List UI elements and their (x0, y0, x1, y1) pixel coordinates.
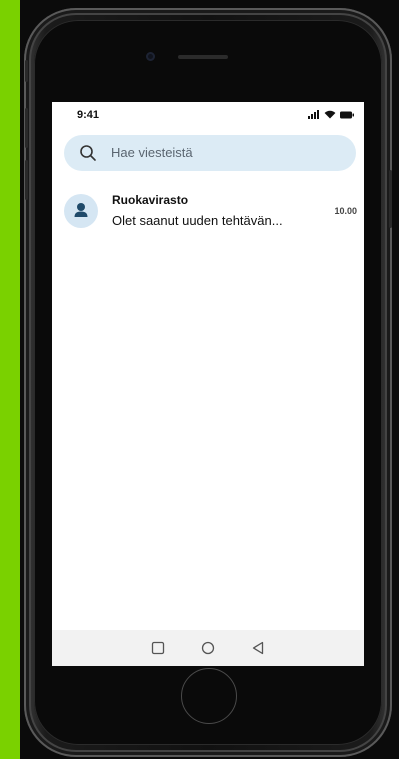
person-icon (74, 203, 88, 217)
square-icon[interactable] (151, 641, 165, 655)
search-icon (80, 145, 96, 161)
mute-switch (25, 60, 28, 82)
search-bar[interactable]: Hae viesteistä (64, 135, 356, 171)
status-icons (308, 110, 354, 119)
message-preview: Olet saanut uuden tehtävän... (112, 213, 283, 228)
volume-up-button (25, 108, 28, 148)
green-side-strip (0, 0, 20, 759)
phone-screen: 9:41 Hae viesteistä Ruokavirasto Olet sa… (52, 102, 364, 666)
circle-icon[interactable] (201, 641, 215, 655)
sender-avatar (64, 194, 98, 228)
status-time: 9:41 (77, 109, 100, 121)
battery-icon (340, 111, 354, 118)
message-time: 10.00 (334, 206, 357, 216)
android-navigation-bar (52, 630, 364, 666)
wifi-icon (324, 110, 336, 119)
status-bar: 9:41 (52, 102, 364, 132)
home-button[interactable] (181, 668, 237, 724)
earpiece-speaker (178, 55, 228, 59)
signal-icon (308, 110, 319, 119)
volume-down-button (25, 160, 28, 200)
power-button (389, 170, 392, 228)
triangle-back-icon[interactable] (251, 641, 265, 655)
sender-name: Ruokavirasto (112, 193, 189, 207)
front-camera (146, 52, 155, 61)
conversation-item[interactable]: Ruokavirasto Olet saanut uuden tehtävän.… (52, 186, 364, 242)
search-input[interactable]: Hae viesteistä (111, 145, 193, 160)
